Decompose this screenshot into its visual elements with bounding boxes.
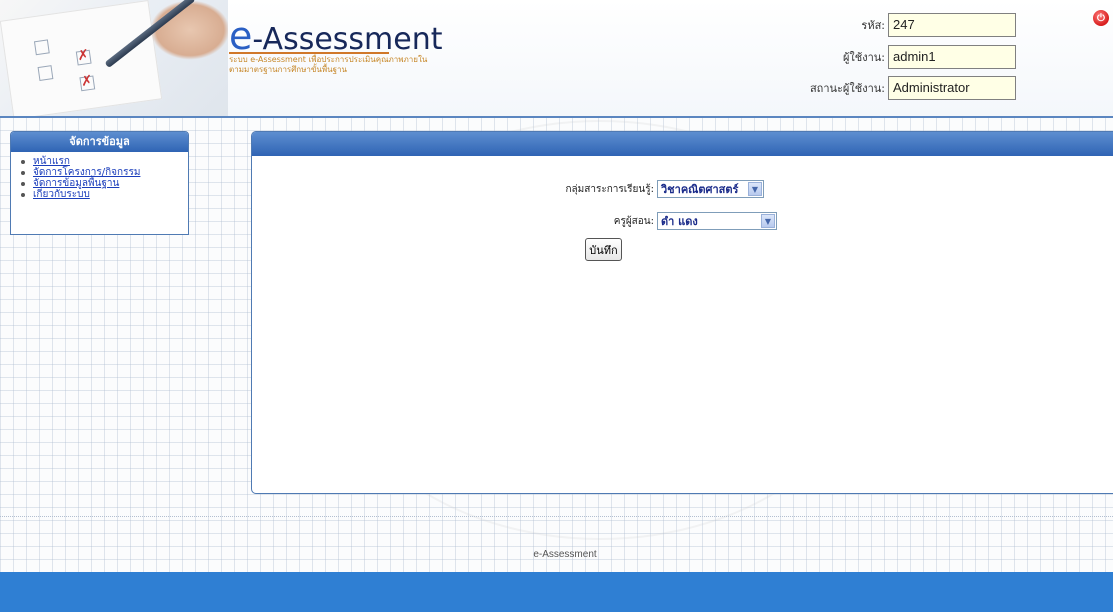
sidebar-link-home[interactable]: หน้าแรก [33,156,70,167]
user-code-row: รหัส: 247 [760,13,1016,37]
user-code-label: รหัส: [861,19,885,32]
subject-row: กลุ่มสาระการเรียนรู้: วิชาคณิตศาสตร์ ▼ [542,180,764,198]
sidebar-link-about[interactable]: เกี่ยวกับระบบ [33,189,90,200]
user-code-field: 247 [888,13,1016,37]
sidebar-item-basic-data: จัดการข้อมูลพื้นฐาน [21,178,188,189]
header: ✗ ✗ e-Assessment ระบบ e-Assessment เพื่อ… [0,0,1113,118]
teacher-selected-value: ดำ แดง [661,215,698,228]
checkbox-drawing [33,39,50,56]
username-label: ผู้ใช้งาน: [842,51,885,64]
user-status-label: สถานะผู้ใช้งาน: [809,82,885,95]
username-row: ผู้ใช้งาน: admin1 [760,45,1016,69]
sidebar-item-about: เกี่ยวกับระบบ [21,189,188,200]
chevron-down-icon: ▼ [761,214,775,228]
footer-bar [0,572,1113,612]
bullet-icon [21,170,25,175]
user-status-row: สถานะผู้ใช้งาน: Administrator [760,76,1016,100]
main-panel-header [252,132,1113,156]
subject-select[interactable]: วิชาคณิตศาสตร์ ▼ [657,180,764,198]
sidebar-item-home: หน้าแรก [21,156,188,167]
check-mark-icon: ✗ [79,72,94,91]
teacher-label: ครูผู้สอน: [613,215,654,227]
main-panel: กลุ่มสาระการเรียนรู้: วิชาคณิตศาสตร์ ▼ ค… [251,131,1113,494]
logo-underline [229,52,389,54]
hand-image [150,0,228,60]
power-icon[interactable]: ⏻ [1093,10,1109,26]
sidebar-link-basic-data[interactable]: จัดการข้อมูลพื้นฐาน [33,178,119,189]
user-status-field: Administrator [888,76,1016,100]
check-mark-icon: ✗ [76,46,91,65]
bullet-icon [21,192,25,197]
footer-divider [0,516,1113,517]
save-button[interactable]: บันทึก [585,238,622,261]
subject-label: กลุ่มสาระการเรียนรู้: [565,183,654,195]
sidebar-item-projects: จัดการโครงการ/กิจกรรม [21,167,188,178]
subject-selected-value: วิชาคณิตศาสตร์ [661,183,739,196]
teacher-select[interactable]: ดำ แดง ▼ [657,212,777,230]
footer-text: e-Assessment [533,549,597,560]
logo-subtitle: ระบบ e-Assessment เพื่อประการประเมินคุณภ… [229,55,428,74]
sidebar: จัดการข้อมูล หน้าแรก จัดการโครงการ/กิจกร… [10,131,189,235]
username-field: admin1 [888,45,1016,69]
bullet-icon [21,181,25,186]
teacher-row: ครูผู้สอน: ดำ แดง ▼ [542,212,777,230]
form-paper-image: ✗ ✗ [0,0,163,116]
sidebar-link-projects[interactable]: จัดการโครงการ/กิจกรรม [33,167,140,178]
sidebar-menu: หน้าแรก จัดการโครงการ/กิจกรรม จัดการข้อม… [11,152,188,200]
header-image: ✗ ✗ [0,0,228,116]
bullet-icon [21,159,25,164]
sidebar-title: จัดการข้อมูล [11,132,188,152]
chevron-down-icon: ▼ [748,182,762,196]
checkbox-drawing [37,65,54,81]
